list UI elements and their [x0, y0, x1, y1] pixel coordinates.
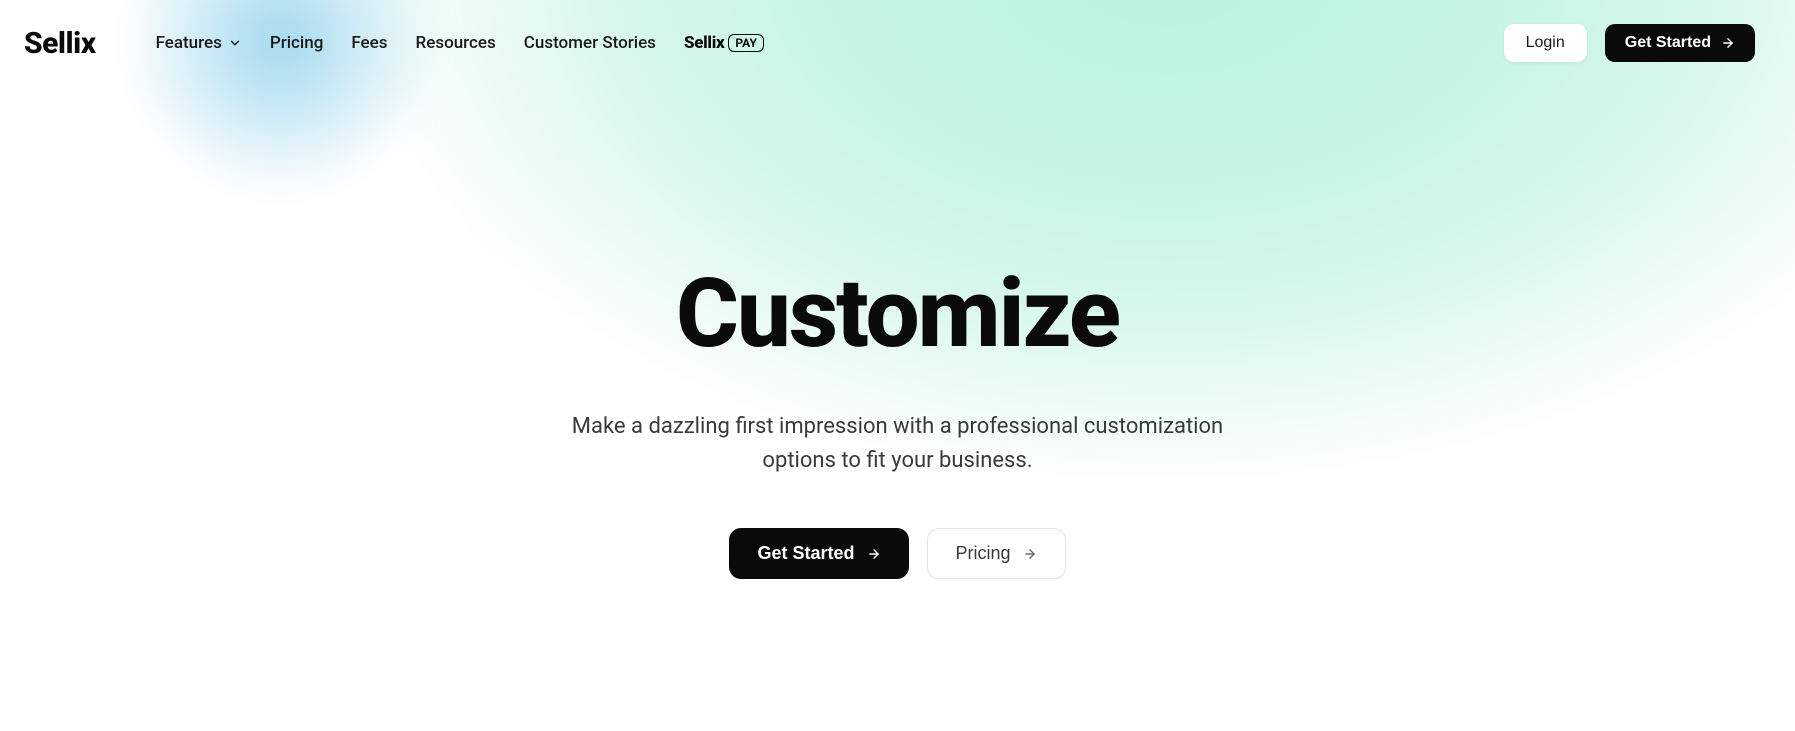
chevron-down-icon [228, 36, 242, 50]
nav-right: Login Get Started [1504, 24, 1755, 62]
nav-fees[interactable]: Fees [351, 33, 387, 53]
arrow-right-icon [1721, 36, 1735, 50]
hero-pricing-label: Pricing [956, 543, 1011, 564]
nav-sellix-pay[interactable]: Sellix PAY [684, 33, 764, 53]
hero-get-started-label: Get Started [757, 543, 854, 564]
hero-section: Customize Make a dazzling first impressi… [0, 266, 1795, 579]
arrow-right-icon [1023, 547, 1037, 561]
sellix-pay-text: Sellix [684, 33, 724, 53]
arrow-right-icon [867, 547, 881, 561]
get-started-label: Get Started [1625, 34, 1711, 52]
brand-logo[interactable]: Sellix [24, 26, 96, 61]
get-started-button[interactable]: Get Started [1605, 24, 1755, 62]
nav-customer-stories[interactable]: Customer Stories [524, 33, 656, 53]
hero-actions: Get Started Pricing [729, 528, 1065, 579]
hero-pricing-button[interactable]: Pricing [927, 528, 1066, 579]
pay-badge: PAY [728, 34, 764, 52]
nav-pricing[interactable]: Pricing [270, 33, 324, 53]
hero-subtitle: Make a dazzling first impression with a … [538, 410, 1258, 478]
nav-features-label: Features [156, 33, 222, 53]
hero-title: Customize [676, 266, 1119, 362]
nav-features[interactable]: Features [156, 33, 242, 53]
nav-links: Features Pricing Fees Resources Customer… [156, 33, 764, 53]
nav-resources[interactable]: Resources [416, 33, 496, 53]
hero-get-started-button[interactable]: Get Started [729, 528, 908, 579]
login-button[interactable]: Login [1504, 24, 1587, 62]
top-navigation: Sellix Features Pricing Fees Resources C… [0, 0, 1795, 86]
